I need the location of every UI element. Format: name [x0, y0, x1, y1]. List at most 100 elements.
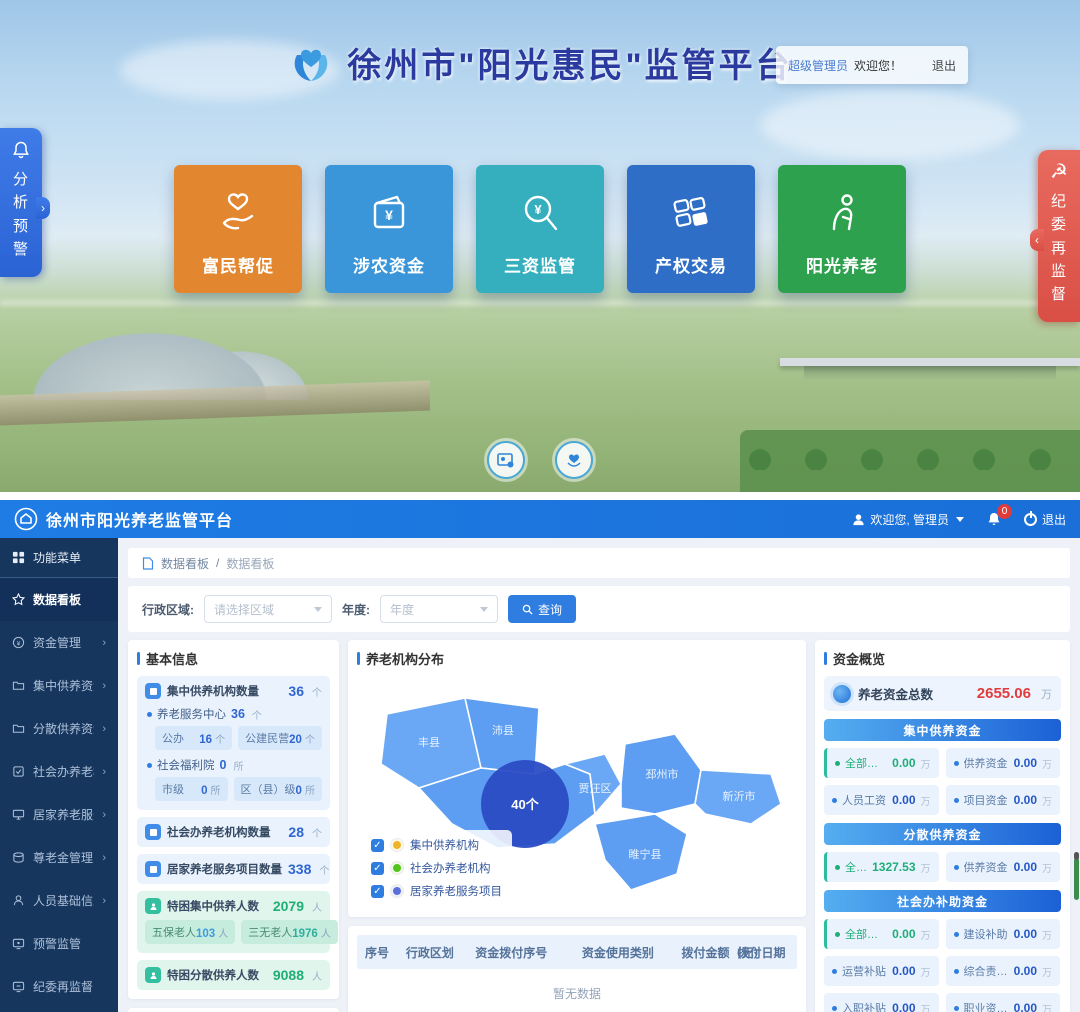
sidebar-item-label: 分散供养资金 — [33, 720, 94, 737]
collapse-arrow-icon[interactable]: ‹ — [1030, 229, 1044, 251]
hero-logout-button[interactable]: 退出 — [932, 57, 956, 74]
page-scrollbar-handle[interactable] — [1074, 858, 1079, 900]
year-select-value: 年度 — [390, 601, 414, 618]
hero-page-title: 徐州市"阳光惠民"监管平台 — [347, 38, 792, 87]
region-select-value: 请选择区域 — [214, 601, 274, 618]
funds-total-unit: 万 — [1041, 686, 1052, 702]
left-column: 基本信息 集中供养机构数量 36 个 养老服务中心 — [128, 640, 339, 1012]
card-unit: 个 — [319, 862, 329, 877]
xuzhou-map[interactable]: 40个 丰县 沛县 贾汪区 邳州市 新沂市 睢宁县 ✓ — [357, 676, 797, 908]
col-header-date: 拨付日期 — [729, 944, 797, 961]
district-label: 丰县 — [418, 736, 440, 749]
card-title: 特困集中供养人数 — [167, 898, 267, 914]
sidebar-item-fund-management[interactable]: ¥ 资金管理 › — [0, 621, 118, 664]
id-card-circle-button[interactable] — [487, 441, 525, 479]
sidebar-item-decentralized-funds[interactable]: 分散供养资金 › — [0, 707, 118, 750]
card-title: 集中供养机构数量 — [167, 683, 282, 699]
sidebar-item-label: 尊老金管理 — [33, 849, 94, 866]
logout-button[interactable]: 退出 — [1024, 511, 1066, 528]
sidebar-item-discipline-supervision[interactable]: 纪委再监督 — [0, 965, 118, 1008]
building-icon — [145, 861, 161, 877]
notifications-button[interactable]: 0 — [986, 511, 1002, 527]
user-menu[interactable]: 欢迎您, 管理员 — [852, 511, 964, 528]
chevron-right-icon: › — [102, 809, 106, 821]
fund-allocation-table-panel: 序号 行政区划 资金拨付序号 资金使用类别 拨付金额（元） 拨付日期 暂无数据 … — [348, 926, 806, 1012]
checkbox-checked-icon[interactable]: ✓ — [371, 862, 384, 875]
decentralized-support-people-card: 特困分散供养人数 9088 人 — [137, 960, 330, 990]
tile-label: 富民帮促 — [202, 252, 274, 277]
centralized-institutions-card: 集中供养机构数量 36 个 养老服务中心 36 个 公 — [137, 676, 330, 810]
chevron-right-icon: › — [102, 637, 106, 649]
district-label: 沛县 — [492, 723, 514, 737]
tile-shenong-zijin[interactable]: ¥ 涉农资金 — [325, 165, 453, 293]
row-unit: 所 — [233, 758, 243, 773]
search-button[interactable]: 查询 — [508, 595, 576, 623]
centralized-funds-grid: 全部资金0.00万 供养资金0.00万 人员工资0.00万 项目资金0.00万 — [824, 748, 1061, 815]
dashboard-columns: 基本信息 集中供养机构数量 36 个 养老服务中心 — [128, 640, 1070, 1012]
fund-cell: 综合责任险0.00万 — [946, 956, 1061, 986]
chip-sanwu-elderly: 三无老人1976 人 — [241, 920, 338, 944]
district-label: 睢宁县 — [629, 847, 662, 861]
breadcrumb-root[interactable]: 数据看板 — [161, 555, 209, 572]
elder-person-icon — [816, 187, 868, 239]
filter-bar: 行政区域: 请选择区域 年度: 年度 查询 — [128, 586, 1070, 632]
heart-hand-icon — [212, 187, 264, 239]
bell-icon — [11, 140, 31, 160]
checkbox-checked-icon[interactable]: ✓ — [371, 885, 384, 898]
notification-badge: 0 — [997, 504, 1012, 519]
sidebar-item-file-library[interactable]: 文件库 — [0, 1008, 118, 1012]
basic-info-panel: 基本信息 集中供养机构数量 36 个 养老服务中心 — [128, 640, 339, 999]
social-institutions-card: 社会办养老机构数量 28 个 — [137, 817, 330, 847]
legend-social-institutions[interactable]: ✓ 社会办养老机构 — [371, 860, 502, 876]
tile-label: 涉农资金 — [353, 252, 425, 277]
analysis-warning-banner[interactable]: 分析预警 › — [0, 128, 42, 277]
tile-sanzi-jianguan[interactable]: ¥ 三资监管 — [476, 165, 604, 293]
legend-home-care-projects[interactable]: ✓ 居家养老服务项目 — [371, 883, 502, 899]
breadcrumb-current: 数据看板 — [226, 555, 274, 572]
tile-fumin-bangcu[interactable]: 富民帮促 — [174, 165, 302, 293]
legend-centralized-institutions[interactable]: ✓ 集中供养机构 — [371, 837, 502, 853]
discipline-supervision-banner[interactable]: ☭ 纪委再监督 ‹ — [1038, 150, 1080, 322]
sidebar-item-data-dashboard[interactable]: 数据看板 — [0, 578, 118, 621]
row-label: 养老服务中心 — [157, 706, 226, 722]
person-badge-icon — [145, 898, 161, 914]
search-icon — [522, 604, 533, 615]
sidebar-item-elder-allowance[interactable]: 尊老金管理 › — [0, 836, 118, 879]
checkbox-checked-icon[interactable]: ✓ — [371, 839, 384, 852]
funds-title: 资金概览 — [833, 649, 885, 668]
dashboard-logo-icon — [14, 507, 38, 531]
chevron-right-icon: › — [102, 895, 106, 907]
region-select[interactable]: 请选择区域 — [204, 595, 332, 623]
heart-hands-circle-button[interactable] — [555, 441, 593, 479]
marker-green-icon — [391, 862, 403, 874]
expand-arrow-icon[interactable]: › — [36, 197, 50, 219]
card-title: 社会办养老机构数量 — [167, 824, 282, 840]
fund-cell: 全部资金0.00万 — [824, 919, 939, 949]
title-accent-bar — [824, 652, 827, 665]
card-unit: 人 — [312, 899, 322, 914]
chip-county-level: 区（县）级0 所 — [234, 777, 322, 801]
year-select[interactable]: 年度 — [380, 595, 498, 623]
card-value: 9088 — [273, 967, 304, 983]
col-header-category: 资金使用类别 — [574, 944, 674, 961]
table-empty-state: 暂无数据 — [357, 969, 797, 1012]
sidebar-item-label: 纪委再监督 — [33, 978, 106, 995]
sidebar-item-social-institutions[interactable]: 社会办养老机构 › — [0, 750, 118, 793]
tile-chanquan-jiaoyi[interactable]: 产权交易 — [627, 165, 755, 293]
trade-blocks-icon — [665, 187, 717, 239]
sidebar-item-home-care-projects[interactable]: 居家养老服务项目 › — [0, 793, 118, 836]
title-accent-bar — [137, 652, 140, 665]
hero-user-box: 超级管理员 欢迎您！ 退出 — [776, 46, 968, 84]
sidebar-item-warning-supervision[interactable]: 预警监管 — [0, 922, 118, 965]
chevron-down-icon — [314, 607, 322, 612]
card-value: 36 — [288, 683, 304, 699]
tile-yangguang-yanglao[interactable]: 阳光养老 — [778, 165, 906, 293]
centralized-support-people-card: 特困集中供养人数 2079 人 五保老人103 人 三无老人1976 人 — [137, 891, 330, 953]
card-unit: 个 — [312, 684, 322, 699]
sidebar-item-personnel-info[interactable]: 人员基础信息 › — [0, 879, 118, 922]
building-icon — [145, 824, 161, 840]
fund-cell: 全部资金1327.53万 — [824, 852, 939, 882]
social-subsidy-grid: 全部资金0.00万 建设补助0.00万 运营补贴0.00万 综合责任险0.00万… — [824, 919, 1061, 1012]
sidebar-item-centralized-funds[interactable]: 集中供养资金 › — [0, 664, 118, 707]
card-value: 338 — [288, 861, 311, 877]
